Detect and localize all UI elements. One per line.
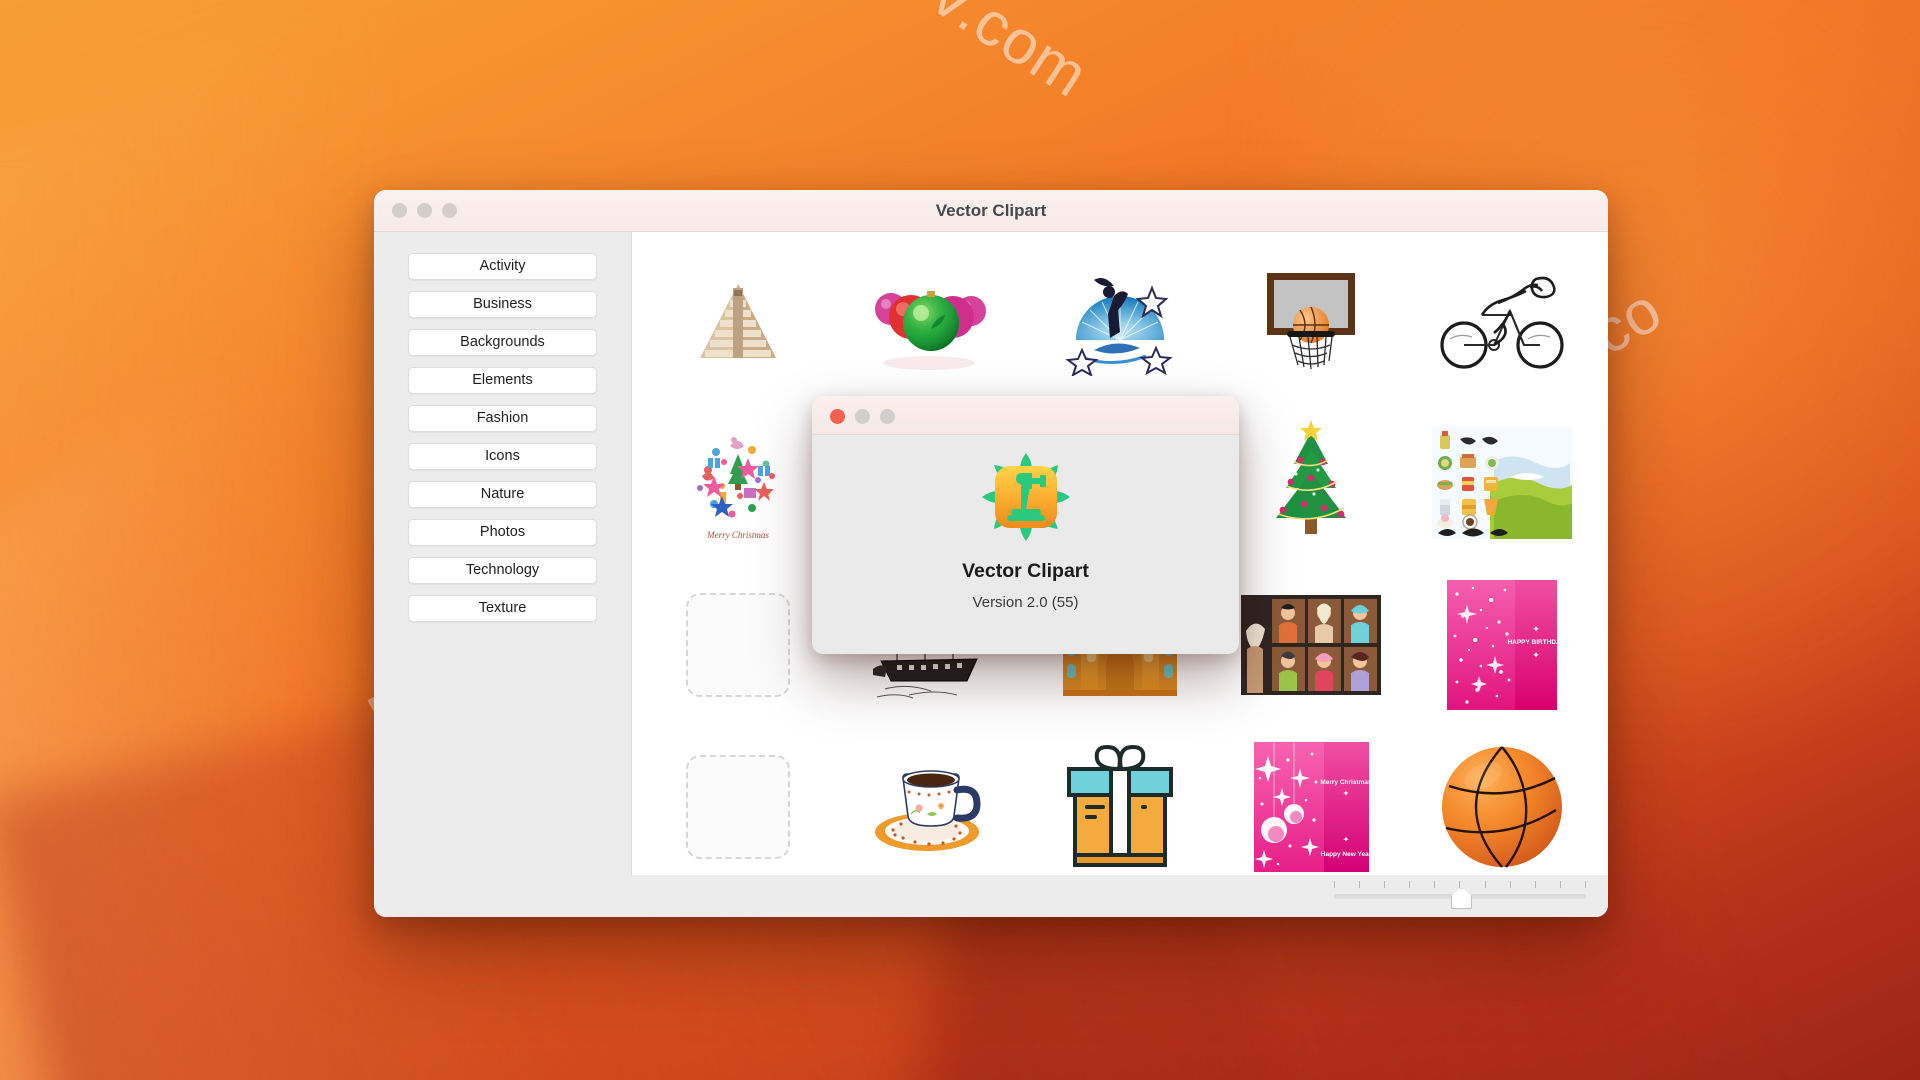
sidebar-item-nature[interactable]: Nature	[408, 481, 597, 508]
clipart-item-christmas-baubles[interactable]	[844, 246, 1014, 396]
zoom-slider-tick	[1334, 881, 1335, 888]
robot-arm-icon	[981, 453, 1070, 541]
beauty-salon-collage-icon	[1241, 595, 1382, 695]
sidebar-item-technology[interactable]: Technology	[408, 557, 597, 584]
mayan-pyramid-icon	[699, 284, 776, 358]
happy-birthday-card-icon: HAPPY BIRTHDAY ✦ ✦	[1447, 580, 1558, 710]
maximize-button[interactable]	[880, 409, 895, 424]
merry-christmas-caption-top: Merry Christmas	[1320, 779, 1369, 786]
zoom-slider-tick	[1359, 881, 1361, 888]
zoom-slider-tick	[1384, 881, 1386, 888]
zoom-slider-tick	[1559, 881, 1561, 888]
clipart-item-merry-christmas-circle[interactable]: Merry Christmas	[653, 408, 823, 558]
clipart-item-coffee-cup-saucer[interactable]	[844, 732, 1014, 875]
zoom-slider-thumb[interactable]	[1451, 888, 1472, 909]
sidebar-item-fashion[interactable]: Fashion	[408, 405, 597, 432]
about-titlebar	[812, 396, 1239, 435]
clipart-item-gift-box[interactable]	[1035, 732, 1205, 875]
christmas-newyear-card-icon: Merry Christmas ✦ ✦ Happy New Year	[1253, 742, 1369, 872]
wakeboarder-badge-icon	[1065, 278, 1173, 376]
main-footer	[374, 875, 1608, 917]
minimize-button[interactable]	[855, 409, 870, 424]
zoom-slider-ticks	[1334, 881, 1586, 888]
about-dialog: Vector Clipart Version 2.0 (55)	[812, 396, 1239, 654]
page-title: Vector Clipart	[935, 201, 1047, 220]
clipart-item-basketball-hoop[interactable]	[1226, 246, 1396, 396]
happy-new-year-caption-bottom: Happy New Year	[1320, 851, 1368, 858]
svg-text:✦: ✦	[1533, 650, 1541, 660]
clipart-item-christmas-tree[interactable]	[1226, 408, 1396, 558]
desktop-background: MacV.com MacV.co MacV.com Vector Clipart…	[0, 0, 1920, 1080]
sidebar-item-texture[interactable]: Texture	[408, 595, 597, 622]
about-version-label: Version 2.0 (55)	[972, 594, 1079, 611]
sidebar-item-activity[interactable]: Activity	[408, 253, 597, 280]
clipart-item-wakeboarder-badge[interactable]	[1035, 246, 1205, 396]
zoom-slider-tick	[1434, 881, 1436, 888]
zoom-slider-tick	[1584, 881, 1586, 888]
clipart-item-christmas-newyear-card[interactable]: Merry Christmas ✦ ✦ Happy New Year	[1226, 732, 1396, 875]
svg-text:✦: ✦	[1342, 835, 1349, 844]
about-app-name: Vector Clipart	[962, 560, 1089, 582]
svg-text:✦: ✦	[1342, 789, 1349, 798]
clipart-item-mayan-pyramid[interactable]	[653, 246, 823, 396]
happy-birthday-caption: HAPPY BIRTHDAY	[1508, 639, 1558, 646]
clipart-item-happy-birthday-card[interactable]: HAPPY BIRTHDAY ✦ ✦	[1417, 570, 1587, 720]
clipart-item-placeholder[interactable]	[653, 732, 823, 875]
food-icons-landscape-icon	[1432, 427, 1573, 539]
empty-slot-placeholder	[685, 593, 790, 697]
cyclist-line-art-icon	[1440, 276, 1564, 369]
zoom-slider-tick	[1484, 881, 1486, 888]
close-button[interactable]	[830, 409, 845, 424]
clipart-item-food-icons-landscape[interactable]	[1417, 408, 1587, 558]
sidebar-item-elements[interactable]: Elements	[408, 367, 597, 394]
coffee-cup-saucer-icon	[874, 770, 981, 851]
merry-christmas-circle-icon: Merry Christmas	[696, 437, 775, 540]
watermark-top: MacV.com	[815, 0, 1101, 111]
sidebar-item-backgrounds[interactable]: Backgrounds	[408, 329, 597, 356]
about-body: Vector Clipart Version 2.0 (55)	[812, 435, 1239, 611]
zoom-slider-tick	[1459, 881, 1461, 888]
sidebar: Activity Business Backgrounds Elements F…	[374, 232, 631, 875]
zoom-slider-tick	[1409, 881, 1411, 888]
main-titlebar: Vector Clipart	[374, 190, 1608, 232]
basketball-icon	[1442, 746, 1563, 868]
sidebar-item-icons[interactable]: Icons	[408, 443, 597, 470]
sidebar-item-photos[interactable]: Photos	[408, 519, 597, 546]
christmas-tree-icon	[1276, 420, 1347, 534]
clipart-item-placeholder[interactable]	[653, 570, 823, 720]
zoom-slider[interactable]	[1334, 881, 1586, 909]
about-traffic-lights	[830, 409, 895, 424]
app-icon	[980, 451, 1072, 543]
clipart-item-basketball[interactable]	[1417, 732, 1587, 875]
christmas-baubles-icon	[874, 291, 986, 370]
clipart-item-cyclist-line-art[interactable]	[1417, 246, 1587, 396]
sidebar-item-business[interactable]: Business	[408, 291, 597, 318]
clipart-item-beauty-salon-collage[interactable]	[1226, 570, 1396, 720]
gift-box-icon	[1066, 744, 1173, 867]
merry-christmas-caption: Merry Christmas	[706, 530, 769, 540]
zoom-slider-tick	[1534, 881, 1536, 888]
zoom-slider-tick	[1509, 881, 1511, 888]
basketball-hoop-icon	[1267, 273, 1356, 370]
empty-slot-placeholder	[685, 755, 790, 859]
svg-text:✦: ✦	[1533, 624, 1541, 634]
